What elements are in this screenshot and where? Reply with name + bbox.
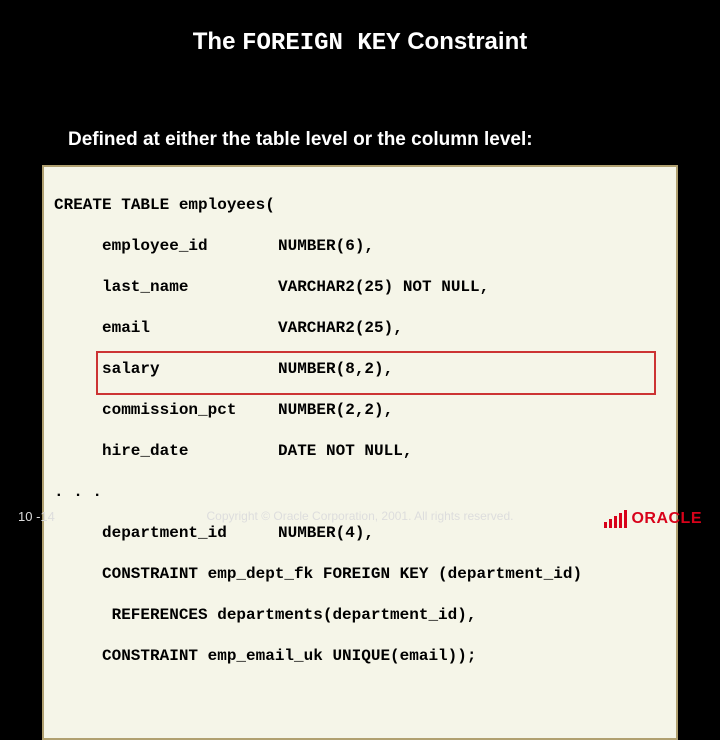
oracle-logo: ORACLE xyxy=(604,510,702,528)
col-name: salary xyxy=(102,359,278,379)
col-name: hire_date xyxy=(102,441,278,461)
code-line: CREATE TABLE employees( xyxy=(54,195,666,215)
col-type: VARCHAR2(25), xyxy=(278,319,403,337)
col-type: NUMBER(6), xyxy=(278,237,374,255)
code-line: salaryNUMBER(8,2), xyxy=(54,359,666,379)
code-line: hire_dateDATE NOT NULL, xyxy=(54,441,666,461)
code-line: last_nameVARCHAR2(25) NOT NULL, xyxy=(54,277,666,297)
logo-bars-icon xyxy=(604,510,627,528)
footer: 10 -14 Copyright © Oracle Corporation, 2… xyxy=(0,502,720,530)
code-line: commission_pctNUMBER(2,2), xyxy=(54,400,666,420)
title-keyword: FOREIGN KEY xyxy=(242,30,400,57)
col-name: employee_id xyxy=(102,236,278,256)
slide: The FOREIGN KEY Constraint Defined at ei… xyxy=(0,0,720,540)
code-block: CREATE TABLE employees( employee_idNUMBE… xyxy=(42,165,678,740)
logo-text: ORACLE xyxy=(631,510,702,528)
code-line: emailVARCHAR2(25), xyxy=(54,318,666,338)
col-name: commission_pct xyxy=(102,400,278,420)
code-line: employee_idNUMBER(6), xyxy=(54,236,666,256)
code-constraint-fk: CONSTRAINT emp_dept_fk FOREIGN KEY (depa… xyxy=(54,564,666,584)
col-name: last_name xyxy=(102,277,278,297)
col-name: email xyxy=(102,318,278,338)
slide-title: The FOREIGN KEY Constraint xyxy=(0,0,720,57)
col-type: VARCHAR2(25) NOT NULL, xyxy=(278,278,489,296)
slide-subtitle: Defined at either the table level or the… xyxy=(68,129,720,151)
slide-number: 10 -14 xyxy=(18,509,55,524)
col-type: NUMBER(2,2), xyxy=(278,401,393,419)
col-type: NUMBER(8,2), xyxy=(278,360,393,378)
title-pre: The xyxy=(193,28,242,55)
col-type: DATE NOT NULL, xyxy=(278,442,412,460)
code-constraint-fk-ref: REFERENCES departments(department_id), xyxy=(54,605,666,625)
code-ellipsis: . . . xyxy=(54,482,666,502)
code-constraint-uk: CONSTRAINT emp_email_uk UNIQUE(email)); xyxy=(54,646,666,666)
title-post: Constraint xyxy=(401,28,528,55)
